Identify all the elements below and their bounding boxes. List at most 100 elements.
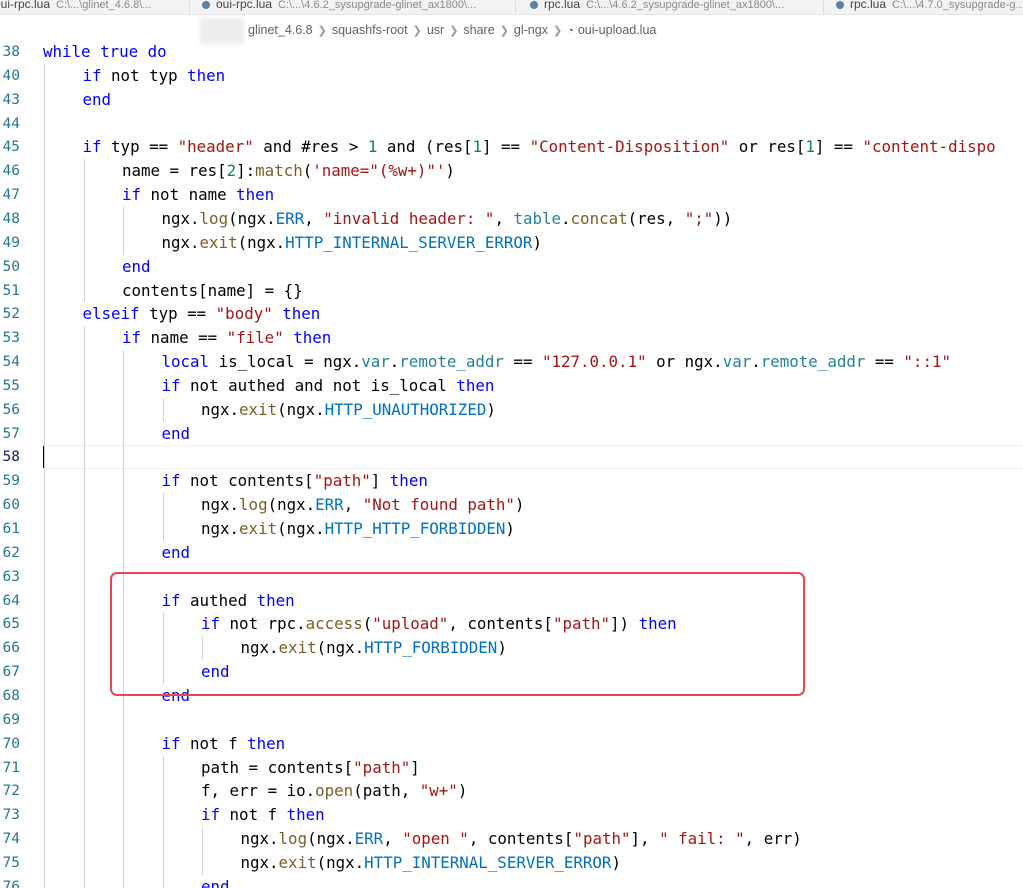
- line-number: 71: [2, 759, 20, 776]
- code-token: not typ: [101, 65, 188, 85]
- code-token: HTTP_HTTP_FORBIDDEN: [324, 519, 506, 538]
- code-text: if not f then: [201, 803, 325, 827]
- code-text: if not contents["path"] then: [162, 469, 428, 493]
- code-token: HTTP_INTERNAL_SERVER_ERROR: [285, 232, 533, 252]
- code-token: ,: [304, 208, 324, 228]
- line-number: 48: [2, 210, 20, 227]
- code-line: 51 contents[name] = {}: [0, 279, 1023, 303]
- code-token: ,: [343, 495, 363, 515]
- code-token: (ngx.: [228, 208, 276, 228]
- tab-rpc-4-7-0[interactable]: rpc.lua C:\...\4.7.0_sysupgrade-g...: [836, 0, 1023, 13]
- code-token: end: [161, 542, 191, 562]
- line-number: 64: [2, 592, 20, 609]
- line-number: 49: [2, 234, 20, 251]
- code-token: then: [236, 185, 275, 205]
- code-token: ): [505, 519, 515, 538]
- code-text: name = res[2]:match('name="(%w+)"'): [122, 159, 455, 183]
- code-line: 59 if not contents["path"] then: [0, 469, 1023, 493]
- line-number: 61: [2, 521, 20, 537]
- breadcrumb-item[interactable]: glinet_4.6.8: [248, 23, 313, 37]
- code-token: "Content-Disposition": [529, 137, 730, 157]
- code-text: ngx.exit(ngx.HTTP_INTERNAL_SERVER_ERROR): [241, 851, 621, 875]
- code-token: .: [389, 352, 400, 372]
- breadcrumb-item[interactable]: squashfs-root: [332, 23, 408, 37]
- line-number: 47: [2, 187, 20, 204]
- code-text: ngx.exit(ngx.HTTP_UNAUTHORIZED): [201, 398, 496, 422]
- code-line: 54 local is_local = ngx.var.remote_addr =…: [0, 350, 1023, 374]
- code-token: "body": [215, 304, 273, 324]
- code-editor[interactable]: 38 while true do 40 if not typ then 43 end 44 4…: [0, 40, 1023, 888]
- code-token: , err): [744, 829, 802, 849]
- code-token: ]: [410, 757, 420, 777]
- line-number: 50: [2, 258, 20, 275]
- code-line: 61 ngx.exit(ngx.HTTP_HTTP_FORBIDDEN): [0, 517, 1023, 541]
- code-line: 49 ngx.exit(ngx.HTTP_INTERNAL_SERVER_ERRO…: [0, 231, 1023, 255]
- line-number: 53: [2, 330, 20, 347]
- code-token: ";": [684, 208, 714, 228]
- code-text: f, err = io.open(path, "w+"): [201, 779, 467, 803]
- code-token: then: [187, 65, 226, 85]
- code-token: "Not found path": [362, 495, 515, 515]
- code-token: ERR: [354, 829, 384, 849]
- code-token: (ngx.: [267, 495, 316, 515]
- line-number: 57: [2, 425, 20, 442]
- code-token: "content-dispo: [862, 137, 996, 157]
- breadcrumb-file[interactable]: oui-upload.lua: [578, 23, 657, 37]
- tab-oui-rpc-4-6-8[interactable]: oui-rpc.lua C:\...\glinet_4.6.8\...: [0, 0, 151, 13]
- breadcrumb-item[interactable]: gl-ngx: [514, 23, 548, 37]
- code-token: end: [201, 876, 230, 888]
- code-token: ==: [865, 352, 904, 372]
- code-token: (ngx.: [277, 399, 325, 419]
- line-number: 65: [2, 616, 20, 633]
- line-number: 51: [2, 282, 20, 299]
- tab-rpc-4-6-2[interactable]: rpc.lua C:\...\4.6.2_sysupgrade-glinet_ax…: [530, 0, 784, 13]
- code-token: not name: [141, 185, 237, 205]
- code-token: ngx.: [201, 399, 240, 419]
- code-line: 73 if not f then: [0, 803, 1023, 827]
- code-token: log: [278, 829, 308, 849]
- code-token: .: [751, 352, 761, 372]
- code-token: , contents[: [468, 829, 574, 849]
- code-token: "open ": [402, 829, 469, 849]
- line-number: 54: [2, 354, 20, 371]
- breadcrumb-item[interactable]: share: [463, 23, 494, 37]
- code-text: elseif typ == "body" then: [83, 302, 321, 326]
- code-text: end: [201, 875, 230, 888]
- code-line: 50 end: [0, 255, 1023, 279]
- code-line: 44: [0, 112, 1023, 136]
- code-token: (res,: [627, 208, 685, 228]
- line-number: 63: [2, 568, 20, 585]
- line-number: 62: [2, 544, 20, 561]
- code-token: ngx.: [240, 852, 279, 872]
- code-token: ngx.: [201, 519, 240, 538]
- tab-path: C:\...\glinet_4.6.8\...: [56, 0, 152, 11]
- code-token: "127.0.0.1": [541, 352, 647, 372]
- line-number: 66: [2, 640, 20, 657]
- line-number: 44: [2, 115, 20, 132]
- tab-oui-rpc-4-6-2[interactable]: oui-rpc.lua C:\...\4.6.2_sysupgrade-gline…: [202, 0, 476, 13]
- code-text: if not typ then: [83, 64, 226, 88]
- line-number: 52: [2, 306, 20, 323]
- code-token: log: [199, 208, 229, 228]
- code-token: then: [286, 805, 325, 825]
- code-token: ]: [370, 471, 390, 491]
- code-text: end: [83, 88, 112, 112]
- line-number: 72: [2, 783, 20, 800]
- code-token: exit: [199, 232, 238, 252]
- tab-name: oui-rpc.lua: [216, 0, 273, 11]
- code-line: 69: [0, 708, 1023, 732]
- code-line: 47 if not name then: [0, 183, 1023, 207]
- line-number: 74: [2, 831, 20, 848]
- code-token: exit: [239, 519, 278, 538]
- code-token: )): [713, 208, 733, 228]
- line-number: 70: [2, 735, 20, 752]
- code-text: if typ == "header" and #res > 1 and (res…: [83, 135, 996, 159]
- code-token: 2: [226, 161, 237, 181]
- chevron-right-icon: ❯: [412, 25, 422, 37]
- tab-name: oui-rpc.lua: [0, 0, 51, 11]
- breadcrumb-item[interactable]: usr: [427, 23, 444, 37]
- code-token: ] ==: [482, 137, 530, 157]
- code-line: 74 ngx.log(ngx.ERR, "open ", contents["pa…: [0, 827, 1023, 851]
